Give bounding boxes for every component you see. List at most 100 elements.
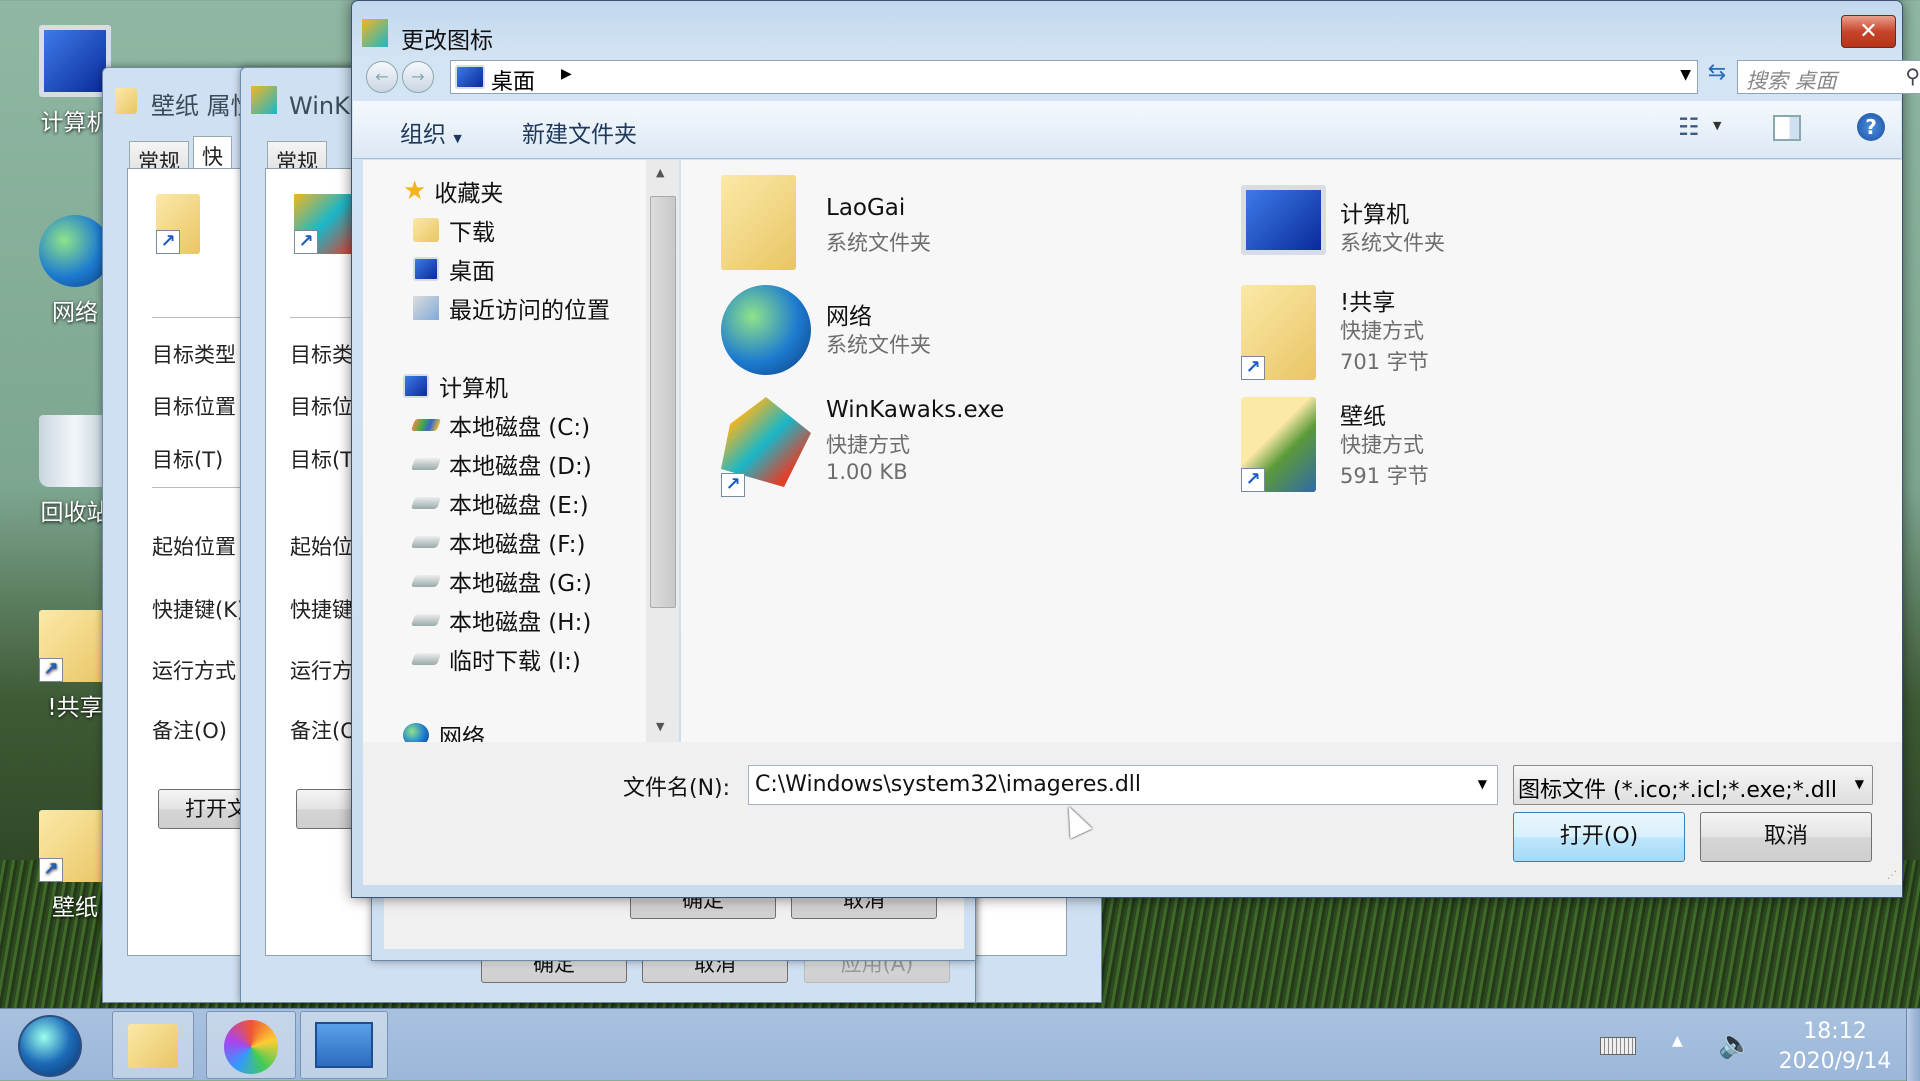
forward-button[interactable]: → xyxy=(402,61,434,93)
desktop-icon xyxy=(413,257,439,281)
file-item-laogai[interactable]: LaoGai 系统文件夹 xyxy=(721,175,1241,275)
prop-target-location: 目标位置 xyxy=(152,395,236,419)
icon-label: 回收站 xyxy=(40,500,110,526)
nav-drive-g[interactable]: 本地磁盘 (G:) xyxy=(410,563,592,599)
file-name: 网络 xyxy=(826,304,872,330)
taskbar-browser-button[interactable] xyxy=(206,1011,296,1079)
cancel-button[interactable]: 取消 xyxy=(1700,812,1872,862)
close-button[interactable]: ✕ xyxy=(1841,15,1896,48)
filename-input[interactable]: C:\Windows\system32\imageres.dll ▼ xyxy=(748,765,1498,805)
taskbar-control-panel-button[interactable] xyxy=(300,1011,388,1079)
file-name: LaoGai xyxy=(826,195,906,221)
nav-drive-h[interactable]: 本地磁盘 (H:) xyxy=(410,602,591,638)
file-item-share[interactable]: ↗ !共享 快捷方式 701 字节 xyxy=(1236,285,1756,385)
nav-recent-places[interactable]: 最近访问的位置 xyxy=(413,290,610,326)
nav-label: 本地磁盘 (C:) xyxy=(449,415,591,441)
computer-icon xyxy=(403,374,429,398)
address-dropdown-icon[interactable]: ▼ xyxy=(1680,67,1691,83)
breadcrumb-desktop[interactable]: 桌面 xyxy=(491,64,535,96)
navigation-pane[interactable]: ★ 收藏夹 下载 桌面 最近访问的位置 计算机 本地磁盘 (C:) 本地磁盘 (D… xyxy=(363,160,679,742)
winkawaks-icon: ↗ xyxy=(294,194,354,254)
organize-menu[interactable]: 组织 ▼ xyxy=(400,115,462,149)
dialog-title: 更改图标 xyxy=(401,28,493,54)
nav-label: 桌面 xyxy=(449,259,495,285)
computer-icon xyxy=(1241,185,1326,255)
nav-label: 临时下载 (I:) xyxy=(449,649,581,675)
resize-grip-icon[interactable]: ⋰ xyxy=(1887,870,1897,881)
scroll-down-icon[interactable]: ▼ xyxy=(656,720,664,733)
nav-label: 本地磁盘 (D:) xyxy=(449,454,592,480)
file-item-wallpaper[interactable]: ↗ 壁纸 快捷方式 591 字节 xyxy=(1236,397,1756,497)
download-folder-icon xyxy=(413,218,439,242)
address-bar[interactable]: 桌面 ▶ ▼ xyxy=(450,60,1698,96)
clock-date: 2020/9/14 xyxy=(1778,1049,1892,1074)
nav-drive-i[interactable]: 临时下载 (I:) xyxy=(410,641,581,677)
file-list[interactable]: LaoGai 系统文件夹 计算机 系统文件夹 网络 系统文件夹 ↗ !共享 快捷… xyxy=(681,160,1902,742)
app-icon xyxy=(362,19,388,47)
file-type-dropdown-icon[interactable]: ▼ xyxy=(1854,777,1864,791)
scroll-up-icon[interactable]: ▲ xyxy=(656,166,664,179)
drive-icon xyxy=(410,458,442,470)
file-size: 1.00 KB xyxy=(826,460,908,484)
nav-drive-e[interactable]: 本地磁盘 (E:) xyxy=(410,485,589,521)
view-options-icon[interactable]: ☷ xyxy=(1678,113,1708,143)
open-button[interactable]: 打开(O) xyxy=(1513,812,1685,862)
preview-pane-icon[interactable] xyxy=(1773,115,1801,141)
nav-computer[interactable]: 计算机 xyxy=(403,368,508,404)
show-desktop-button[interactable] xyxy=(1906,1009,1920,1081)
nav-network[interactable]: 网络 xyxy=(403,717,485,742)
nav-downloads[interactable]: 下载 xyxy=(413,212,495,248)
file-type: 快捷方式 xyxy=(826,433,910,457)
search-placeholder: 搜索 桌面 xyxy=(1746,69,1837,93)
clock-time: 18:12 xyxy=(1803,1019,1867,1044)
prop-run: 运行方 xyxy=(290,659,353,683)
folder-shortcut-icon: ↗ xyxy=(1241,397,1316,492)
nav-drive-c[interactable]: 本地磁盘 (C:) xyxy=(410,407,591,443)
file-size: 591 字节 xyxy=(1340,464,1429,488)
folder-shortcut-icon: ↗ xyxy=(39,610,111,682)
keyboard-icon[interactable] xyxy=(1600,1037,1636,1055)
nav-scrollbar[interactable]: ▲ ▼ xyxy=(646,160,679,742)
file-item-winkawaks[interactable]: ↗ WinKawaks.exe 快捷方式 1.00 KB xyxy=(721,397,1241,497)
drive-icon xyxy=(410,497,442,509)
prop-target-type: 目标类型 xyxy=(152,343,236,367)
breadcrumb-chevron-icon[interactable]: ▶ xyxy=(561,66,572,82)
icon-label: 壁纸 xyxy=(52,895,98,921)
nav-favorites[interactable]: ★ 收藏夹 xyxy=(403,173,503,209)
nav-label: 网络 xyxy=(439,725,485,742)
browser-icon xyxy=(224,1020,278,1074)
prop-run: 运行方式 xyxy=(152,659,236,683)
show-hidden-icons-button[interactable]: ▲ xyxy=(1672,1033,1683,1049)
file-type-select[interactable]: 图标文件 (*.ico;*.icl;*.exe;*.dll ▼ xyxy=(1513,765,1873,805)
file-type: 快捷方式 xyxy=(1340,433,1424,457)
new-folder-button[interactable]: 新建文件夹 xyxy=(522,115,637,149)
help-icon[interactable]: ? xyxy=(1857,113,1885,141)
scrollbar-thumb[interactable] xyxy=(650,196,676,608)
drive-icon xyxy=(410,575,442,587)
file-item-network[interactable]: 网络 系统文件夹 xyxy=(721,285,1241,385)
nav-label: 本地磁盘 (F:) xyxy=(449,532,586,558)
volume-icon[interactable]: 🔈 xyxy=(1718,1027,1753,1060)
prop-comment: 备注(O) xyxy=(152,719,227,743)
nav-drive-f[interactable]: 本地磁盘 (F:) xyxy=(410,524,586,560)
network-icon xyxy=(721,285,811,375)
start-button[interactable] xyxy=(18,1015,82,1077)
nav-drive-d[interactable]: 本地磁盘 (D:) xyxy=(410,446,592,482)
search-icon[interactable]: ⚲ xyxy=(1905,64,1920,88)
change-icon-file-dialog[interactable]: 更改图标 ✕ ← → 桌面 ▶ ▼ ⇆ 搜索 桌面 ⚲ 组织 ▼ 新建文件夹 ☷… xyxy=(351,0,1920,898)
clock[interactable]: 18:12 2020/9/14 xyxy=(1770,1017,1900,1077)
taskbar-explorer-button[interactable] xyxy=(112,1011,194,1079)
drive-icon xyxy=(410,614,442,626)
filename-dropdown-icon[interactable]: ▼ xyxy=(1478,777,1487,791)
icon-label: 计算机 xyxy=(40,110,110,136)
file-type: 系统文件夹 xyxy=(826,231,931,255)
view-dropdown-icon[interactable]: ▼ xyxy=(1713,119,1721,132)
nav-label: 下载 xyxy=(449,220,495,246)
back-button[interactable]: ← xyxy=(366,61,398,93)
file-size: 701 字节 xyxy=(1340,350,1429,374)
refresh-icon[interactable]: ⇆ xyxy=(1702,60,1732,94)
file-item-computer[interactable]: 计算机 系统文件夹 xyxy=(1236,175,1756,275)
nav-desktop[interactable]: 桌面 xyxy=(413,251,495,287)
search-input[interactable]: 搜索 桌面 ⚲ xyxy=(1737,60,1920,94)
prop-target: 目标(T) xyxy=(152,448,224,472)
